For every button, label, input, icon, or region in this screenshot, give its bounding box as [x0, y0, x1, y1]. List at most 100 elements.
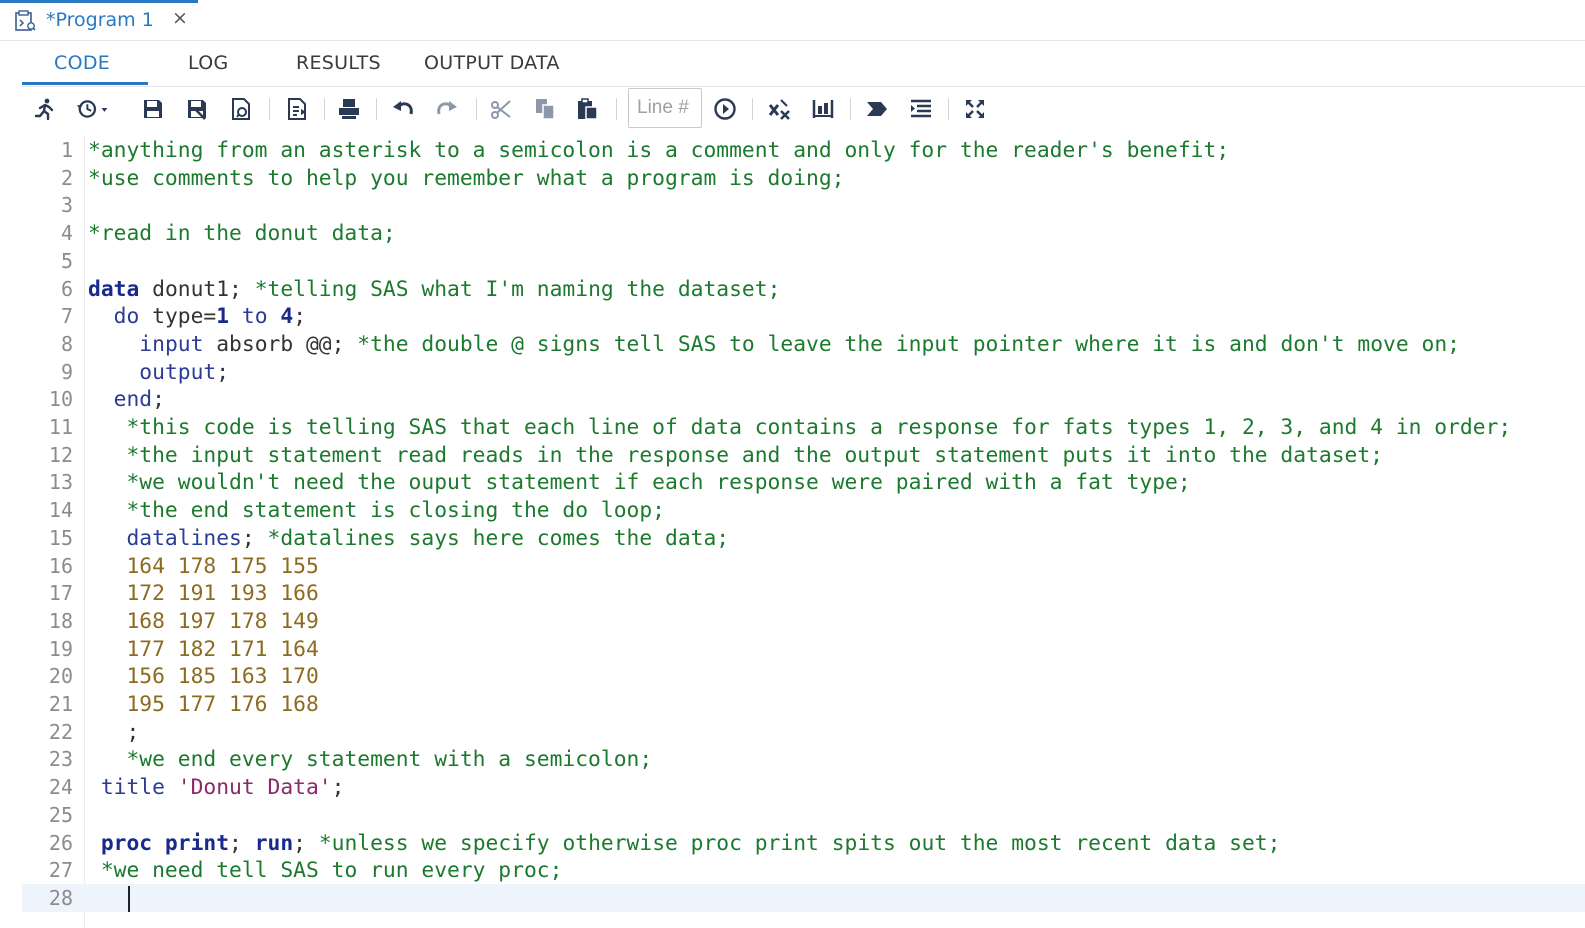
token-dl: 172 191 193 166: [126, 581, 319, 607]
redo-icon[interactable]: [434, 96, 460, 122]
code-text: *use comments to help you remember what …: [88, 166, 845, 191]
program-tab[interactable]: *Program 1 ×: [0, 0, 198, 40]
token-plain: ;: [229, 830, 255, 856]
line-number: 19: [48, 636, 73, 661]
code-line[interactable]: 21 195 177 176 168: [22, 690, 1585, 718]
paste-icon[interactable]: [574, 96, 600, 122]
code-line[interactable]: 14 *the end statement is closing the do …: [22, 496, 1585, 524]
cut-icon[interactable]: [488, 96, 514, 122]
clear-code-icon[interactable]: [766, 96, 792, 122]
code-line[interactable]: 1 *anything from an asterisk to a semicol…: [22, 136, 1585, 164]
code-line[interactable]: 24 title 'Donut Data';: [22, 773, 1585, 801]
tab-code[interactable]: CODE: [54, 52, 110, 74]
save-file-icon[interactable]: [228, 96, 254, 122]
code-line[interactable]: 18 168 197 178 149: [22, 607, 1585, 635]
line-number: 17: [48, 581, 73, 606]
code-line[interactable]: 12 *the input statement read reads in th…: [22, 441, 1585, 469]
code-line[interactable]: 8 input absorb @@; *the double @ signs t…: [22, 330, 1585, 358]
save-icon[interactable]: [140, 96, 166, 122]
undo-icon[interactable]: [390, 96, 416, 122]
tab-output-data[interactable]: OUTPUT DATA: [424, 52, 560, 74]
code-line[interactable]: 11 *this code is telling SAS that each l…: [22, 413, 1585, 441]
code-line[interactable]: 4 *read in the donut data;: [22, 219, 1585, 247]
code-editor[interactable]: 1 *anything from an asterisk to a semicol…: [22, 136, 1585, 928]
code-text: ;: [88, 720, 139, 745]
code-line[interactable]: 25: [22, 801, 1585, 829]
code-line[interactable]: 17 172 191 193 166: [22, 579, 1585, 607]
format-code-icon[interactable]: [908, 96, 934, 122]
token-dl: 177 182 171 164: [126, 636, 319, 662]
token-plain: ;: [216, 359, 230, 385]
go-to-line-icon[interactable]: [712, 96, 738, 122]
token-cm: *the input statement read reads in the r…: [126, 442, 1384, 468]
token-dl: 168 197 178 149: [126, 608, 319, 634]
code-line[interactable]: 15 datalines; *datalines says here comes…: [22, 524, 1585, 552]
token-kn: datalines: [126, 525, 242, 551]
token-plain: ;: [152, 387, 165, 413]
code-line[interactable]: 27 *we need tell SAS to run every proc;: [22, 856, 1585, 884]
toolbar-separator: [948, 98, 949, 120]
tab-log[interactable]: LOG: [188, 52, 229, 74]
token-cm: *read in the donut data;: [88, 221, 396, 247]
copy-icon[interactable]: [532, 96, 558, 122]
line-number: 6: [60, 276, 73, 301]
code-line[interactable]: 7 do type=1 to 4;: [22, 302, 1585, 330]
code-text: datalines; *datalines says here comes th…: [88, 526, 729, 551]
code-line[interactable]: 9 output;: [22, 358, 1585, 386]
close-tab-icon[interactable]: ×: [172, 7, 188, 29]
code-line[interactable]: 10 end;: [22, 385, 1585, 413]
code-text: 172 191 193 166: [88, 581, 319, 607]
code-text: 164 178 175 155: [88, 554, 318, 579]
code-line[interactable]: 19 177 182 171 164: [22, 635, 1585, 663]
code-line[interactable]: 6 data donut1; *telling SAS what I'm nami…: [22, 275, 1585, 303]
save-as-icon[interactable]: [184, 96, 210, 122]
submit-icon[interactable]: [864, 96, 890, 122]
line-number: 28: [48, 885, 73, 910]
tab-results[interactable]: RESULTS: [296, 52, 381, 74]
line-number: 8: [60, 331, 73, 356]
line-number-input[interactable]: [628, 88, 702, 128]
print-icon[interactable]: [336, 96, 362, 122]
code-line[interactable]: 3: [22, 191, 1585, 219]
snippets-icon[interactable]: [810, 96, 836, 122]
code-text: *we wouldn't need the ouput statement if…: [88, 470, 1190, 495]
line-number: 10: [48, 387, 73, 412]
toolbar-separator: [850, 98, 851, 120]
line-number: 15: [48, 525, 73, 550]
code-line[interactable]: 5: [22, 247, 1585, 275]
export-icon[interactable]: [284, 96, 310, 122]
token-cm: *use comments to help you remember what …: [88, 165, 845, 191]
code-text: *we need tell SAS to run every proc;: [88, 858, 563, 883]
code-line[interactable]: 20 156 185 163 170: [22, 662, 1585, 690]
maximize-icon[interactable]: [962, 96, 988, 122]
history-icon[interactable]: [74, 96, 114, 122]
line-number: 4: [60, 221, 73, 246]
code-line[interactable]: 13 *we wouldn't need the ouput statement…: [22, 468, 1585, 496]
code-text: do type=1 to 4;: [88, 304, 306, 329]
token-kn: do: [113, 304, 140, 330]
code-line[interactable]: 26 proc print; run; *unless we specify o…: [22, 829, 1585, 857]
line-number: 27: [48, 858, 73, 883]
token-dl: 195 177 176 168: [126, 692, 319, 717]
token-plain: ;: [331, 775, 345, 801]
code-line[interactable]: 22 ;: [22, 718, 1585, 746]
run-icon[interactable]: [32, 96, 58, 122]
token-plain: ;: [88, 719, 140, 745]
code-text: 177 182 171 164: [88, 636, 319, 662]
token-plain: ;: [293, 830, 319, 856]
code-line[interactable]: 16 164 178 175 155: [22, 552, 1585, 580]
code-line[interactable]: 28: [22, 883, 1585, 912]
line-number: 1: [60, 138, 73, 162]
code-text: 156 185 163 170: [88, 664, 318, 689]
token-cm: *the double @ signs tell SAS to leave th…: [357, 331, 1460, 357]
code-line[interactable]: 23 *we end every statement with a semico…: [22, 745, 1585, 773]
code-line[interactable]: 2 *use comments to help you remember what…: [22, 164, 1585, 192]
code-text: data donut1; *telling SAS what I'm namin…: [88, 277, 780, 302]
